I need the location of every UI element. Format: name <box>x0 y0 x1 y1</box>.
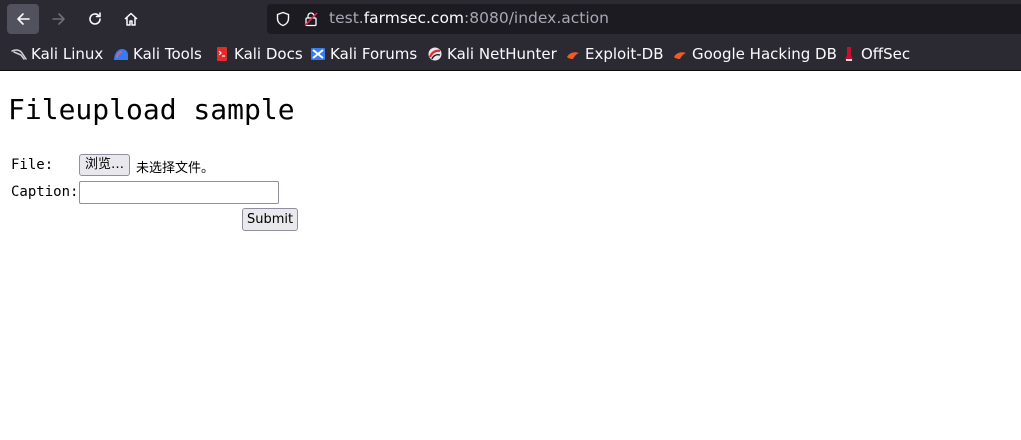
url-text[interactable]: test.farmsec.com:8080/index.action <box>329 9 609 27</box>
bookmark-label: Kali Linux <box>31 45 104 63</box>
url-prefix: test. <box>329 9 364 27</box>
no-file-selected-text: 未选择文件。 <box>136 161 215 176</box>
bookmark-label: Exploit-DB <box>585 45 664 63</box>
page-title: Fileupload sample <box>8 93 295 126</box>
bookmarks-bar: Kali Linux Kali Tools Kali Docs Kali For… <box>0 38 1021 71</box>
caption-input[interactable] <box>79 181 279 204</box>
back-button[interactable] <box>7 4 39 34</box>
bookmark-kali-tools[interactable]: Kali Tools <box>113 44 202 64</box>
forward-button[interactable] <box>43 4 75 34</box>
url-domain: farmsec.com <box>363 9 465 27</box>
bookmark-label: Kali Forums <box>330 45 418 63</box>
bookmark-kali-docs[interactable]: Kali Docs <box>214 44 303 64</box>
offsec-icon <box>845 47 853 61</box>
bookmark-offsec[interactable]: OffSec <box>841 44 910 64</box>
bookmark-kali-linux[interactable]: Kali Linux <box>11 44 103 64</box>
bookmark-label: OffSec <box>861 45 911 63</box>
bookmark-kali-nethunter[interactable]: Kali NetHunter <box>427 44 557 64</box>
kali-nethunter-icon <box>428 47 442 61</box>
bookmark-label: Kali Docs <box>234 45 303 63</box>
bookmark-google-hacking-db[interactable]: Google Hacking DB <box>672 44 837 64</box>
kali-docs-icon <box>217 47 227 61</box>
submit-button[interactable]: Submit <box>242 208 299 231</box>
home-button[interactable] <box>115 4 147 34</box>
file-label: File: <box>11 157 54 173</box>
bookmark-exploit-db[interactable]: Exploit-DB <box>565 44 664 64</box>
bookmark-kali-forums[interactable]: Kali Forums <box>310 44 417 64</box>
url-bar[interactable]: test.farmsec.com:8080/index.action <box>267 4 1021 34</box>
url-suffix: :8080/index.action <box>464 9 609 27</box>
reload-icon <box>89 12 101 25</box>
tracking-shield-icon[interactable] <box>275 11 291 27</box>
bookmark-label: Google Hacking DB <box>692 45 837 63</box>
bookmark-label: Kali NetHunter <box>447 45 557 63</box>
kali-dragon-icon <box>11 49 27 60</box>
reload-button[interactable] <box>79 4 111 34</box>
exploit-db-icon <box>567 52 579 59</box>
home-icon <box>124 12 138 26</box>
insecure-lock-icon[interactable] <box>303 11 319 27</box>
browse-button[interactable]: 浏览… <box>79 154 131 176</box>
page-content: Fileupload sample File: 浏览… 未选择文件。 Capti… <box>0 71 1021 440</box>
bookmark-label: Kali Tools <box>133 45 202 63</box>
google-hacking-db-icon <box>674 52 686 59</box>
browser-toolbar: test.farmsec.com:8080/index.action <box>0 0 1021 38</box>
kali-forums-icon <box>311 48 325 60</box>
caption-label: Caption: <box>11 184 79 200</box>
kali-tools-icon <box>114 49 128 60</box>
arrow-right-icon <box>52 13 65 25</box>
arrow-left-icon <box>17 13 30 25</box>
